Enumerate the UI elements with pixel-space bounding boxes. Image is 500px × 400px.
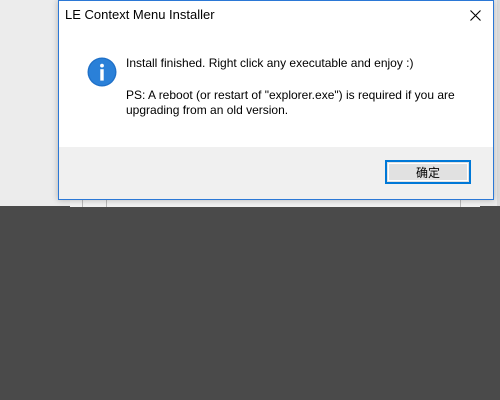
ok-button[interactable]: 确定 — [385, 160, 471, 184]
dialog-footer: 确定 — [59, 147, 493, 199]
message-dialog: LE Context Menu Installer Install finish… — [58, 0, 494, 200]
ok-button-label: 确定 — [415, 165, 440, 180]
info-icon — [87, 57, 117, 87]
close-button[interactable] — [457, 1, 493, 29]
dialog-title: LE Context Menu Installer — [65, 7, 215, 22]
close-icon — [469, 9, 481, 21]
dialog-content: Install finished. Right click any execut… — [59, 29, 493, 147]
dialog-titlebar[interactable]: LE Context Menu Installer — [59, 1, 493, 29]
dialog-note: PS: A reboot (or restart of "explorer.ex… — [126, 88, 455, 117]
dialog-message: Install finished. Right click any execut… — [126, 56, 414, 70]
